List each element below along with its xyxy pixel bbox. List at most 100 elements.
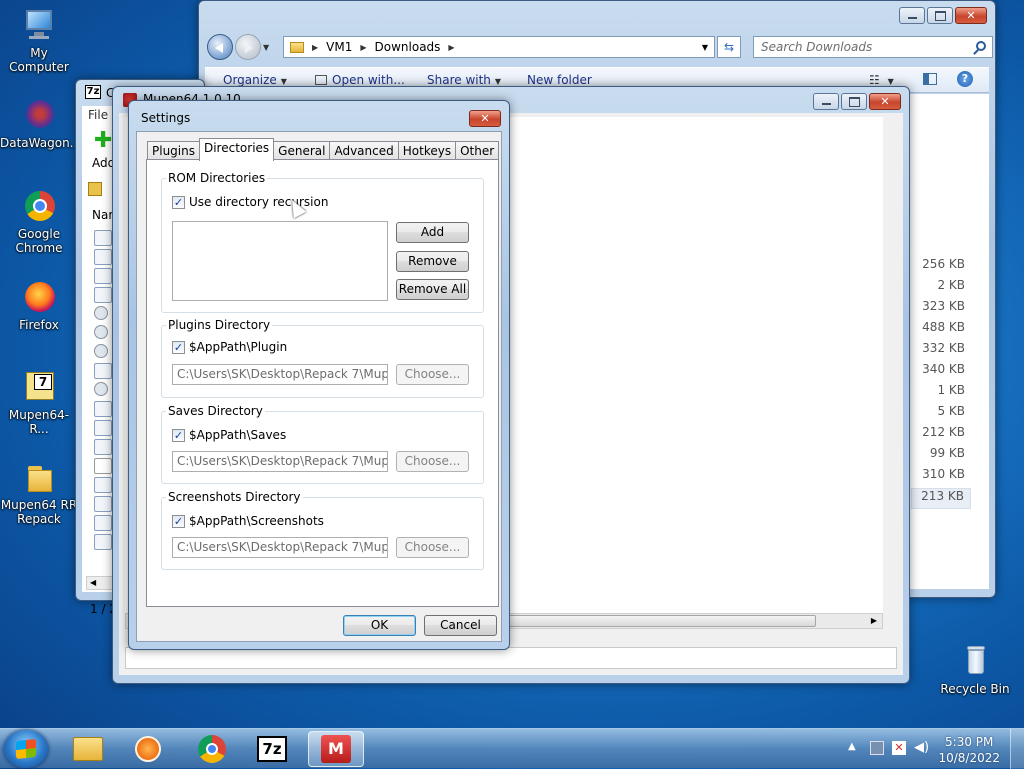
settings-file-icon[interactable] bbox=[94, 306, 108, 320]
file-icon[interactable] bbox=[94, 458, 112, 474]
desktop-icon-mupen64-archive[interactable]: 7 Mupen64-R... bbox=[0, 370, 78, 436]
plugins-path-field[interactable]: C:\Users\SK\Desktop\Repack 7\Mupen64-R bbox=[172, 364, 388, 385]
address-bar[interactable]: ▶ VM1 ▶ Downloads ▶ ▼ bbox=[283, 36, 715, 58]
breadcrumb-vm1[interactable]: VM1 bbox=[326, 40, 352, 54]
clock[interactable]: 5:30 PM 10/8/2022 bbox=[938, 734, 1000, 766]
status-bar bbox=[125, 647, 897, 669]
close-button[interactable] bbox=[955, 7, 987, 24]
desktop-icon-label: DataWagon... bbox=[0, 136, 82, 150]
clock-date: 10/8/2022 bbox=[938, 751, 1000, 765]
plugins-apppath-checkbox[interactable]: ✓ $AppPath\Plugin bbox=[172, 340, 287, 354]
taskbar-chrome[interactable] bbox=[184, 731, 240, 767]
recent-pages-chevron-icon[interactable]: ▼ bbox=[263, 43, 269, 52]
settings-file-icon[interactable] bbox=[94, 325, 108, 339]
up-folder-icon[interactable] bbox=[88, 182, 102, 196]
plugins-choose-button[interactable]: Choose... bbox=[396, 364, 469, 385]
search-input[interactable]: Search Downloads bbox=[753, 36, 993, 58]
remove-button[interactable]: Remove bbox=[396, 251, 469, 272]
settings-dialog[interactable]: Settings Plugins Directories General Adv… bbox=[128, 100, 510, 650]
use-directory-recursion-checkbox[interactable]: ✓ Use directory recursion bbox=[172, 195, 328, 209]
media-player-icon bbox=[135, 736, 161, 762]
volume-icon[interactable]: ◀) bbox=[914, 740, 929, 755]
file-icon[interactable] bbox=[94, 401, 112, 417]
file-icon[interactable] bbox=[94, 268, 112, 284]
close-button[interactable] bbox=[869, 93, 901, 110]
screenshots-choose-button[interactable]: Choose... bbox=[396, 537, 469, 558]
search-icon bbox=[976, 41, 986, 51]
maximize-button[interactable] bbox=[927, 7, 953, 24]
file-icon[interactable] bbox=[94, 477, 112, 493]
desktop-icon-my-computer[interactable]: My Computer bbox=[0, 8, 78, 74]
file-icon[interactable] bbox=[94, 439, 112, 455]
settings-file-icon[interactable] bbox=[94, 344, 108, 358]
scroll-right-arrow[interactable]: ▶ bbox=[866, 614, 882, 628]
file-icon[interactable] bbox=[94, 534, 112, 550]
breadcrumb-downloads[interactable]: Downloads bbox=[375, 40, 441, 54]
view-options-button[interactable]: ☷ ▼ bbox=[869, 73, 894, 87]
saves-choose-button[interactable]: Choose... bbox=[396, 451, 469, 472]
file-size-cell: 332 KB bbox=[922, 341, 965, 355]
file-icon[interactable] bbox=[94, 230, 112, 246]
maximize-button[interactable] bbox=[841, 93, 867, 110]
file-icon[interactable] bbox=[94, 496, 112, 512]
saves-apppath-checkbox[interactable]: ✓ $AppPath\Saves bbox=[172, 428, 286, 442]
taskbar-explorer[interactable] bbox=[60, 731, 116, 767]
taskbar-7zip[interactable]: 7z bbox=[244, 731, 300, 767]
cancel-button[interactable]: Cancel bbox=[424, 615, 497, 636]
rom-directories-list[interactable] bbox=[172, 221, 388, 301]
network-icon[interactable] bbox=[870, 741, 884, 755]
close-button[interactable] bbox=[469, 110, 501, 127]
desktop-icon-google-chrome[interactable]: Google Chrome bbox=[0, 189, 78, 255]
minimize-button[interactable] bbox=[899, 7, 925, 24]
minimize-button[interactable] bbox=[813, 93, 839, 110]
folder-icon bbox=[290, 41, 304, 53]
new-folder-button[interactable]: New folder bbox=[527, 73, 592, 87]
taskbar-media-player[interactable] bbox=[120, 731, 176, 767]
tab-strip: Plugins Directories General Advanced Hot… bbox=[147, 138, 500, 161]
back-button[interactable] bbox=[207, 34, 233, 60]
screenshots-apppath-checkbox[interactable]: ✓ $AppPath\Screenshots bbox=[172, 514, 324, 528]
address-dropdown-icon[interactable]: ▼ bbox=[702, 43, 708, 52]
file-icon[interactable] bbox=[94, 363, 112, 379]
share-with-button[interactable]: Share with ▼ bbox=[427, 73, 501, 87]
action-center-flag-icon[interactable]: ✕ bbox=[892, 741, 906, 755]
ok-button[interactable]: OK bbox=[343, 615, 416, 636]
settings-file-icon[interactable] bbox=[94, 382, 108, 396]
file-icon[interactable] bbox=[94, 420, 112, 436]
file-icon[interactable] bbox=[94, 515, 112, 531]
tab-general[interactable]: General bbox=[273, 141, 331, 161]
desktop-icon-recycle-bin[interactable]: Recycle Bin bbox=[936, 644, 1014, 696]
help-button[interactable]: ? bbox=[957, 71, 973, 87]
tab-directories[interactable]: Directories bbox=[198, 138, 275, 161]
tab-plugins[interactable]: Plugins bbox=[147, 141, 200, 161]
tab-advanced[interactable]: Advanced bbox=[329, 141, 399, 161]
tab-hotkeys[interactable]: Hotkeys bbox=[397, 141, 457, 161]
taskbar-mupen64[interactable]: M bbox=[308, 731, 364, 767]
open-with-button[interactable]: Open with... bbox=[315, 73, 405, 87]
add-icon[interactable]: ✚ bbox=[94, 130, 112, 152]
add-button[interactable]: Add bbox=[396, 222, 469, 243]
forward-button[interactable] bbox=[235, 34, 261, 60]
file-icon[interactable] bbox=[94, 287, 112, 303]
desktop-icon-label: Mupen64 RR Repack bbox=[0, 498, 78, 526]
refresh-button[interactable]: ⇆ bbox=[717, 36, 741, 58]
saves-path-field[interactable]: C:\Users\SK\Desktop\Repack 7\Mupen64-R bbox=[172, 451, 388, 472]
file-icon[interactable] bbox=[94, 249, 112, 265]
show-desktop-button[interactable] bbox=[1010, 729, 1024, 769]
desktop-icon-firefox[interactable]: Firefox bbox=[0, 280, 78, 332]
start-button[interactable] bbox=[4, 730, 48, 768]
tab-other[interactable]: Other bbox=[455, 141, 500, 161]
show-hidden-icons-button[interactable]: ▲ bbox=[848, 741, 856, 752]
file-size-cell: 488 KB bbox=[922, 320, 965, 334]
menu-file[interactable]: File bbox=[88, 108, 108, 122]
file-size-cell: 323 KB bbox=[922, 299, 965, 313]
desktop-icon-datawagon[interactable]: DataWagon... bbox=[0, 98, 82, 150]
organize-button[interactable]: Organize ▼ bbox=[223, 73, 287, 87]
remove-all-button[interactable]: Remove All bbox=[396, 279, 469, 300]
desktop-icon-mupen64-folder[interactable]: Mupen64 RR Repack bbox=[0, 460, 78, 526]
preview-pane-button[interactable] bbox=[923, 73, 937, 88]
desktop-icon-label: Firefox bbox=[19, 318, 59, 332]
file-size-cell: 213 KB bbox=[911, 488, 971, 509]
screenshots-path-field[interactable]: C:\Users\SK\Desktop\Repack 7\Mupen64-R bbox=[172, 537, 388, 558]
scrollbar-thumb[interactable] bbox=[506, 615, 816, 627]
